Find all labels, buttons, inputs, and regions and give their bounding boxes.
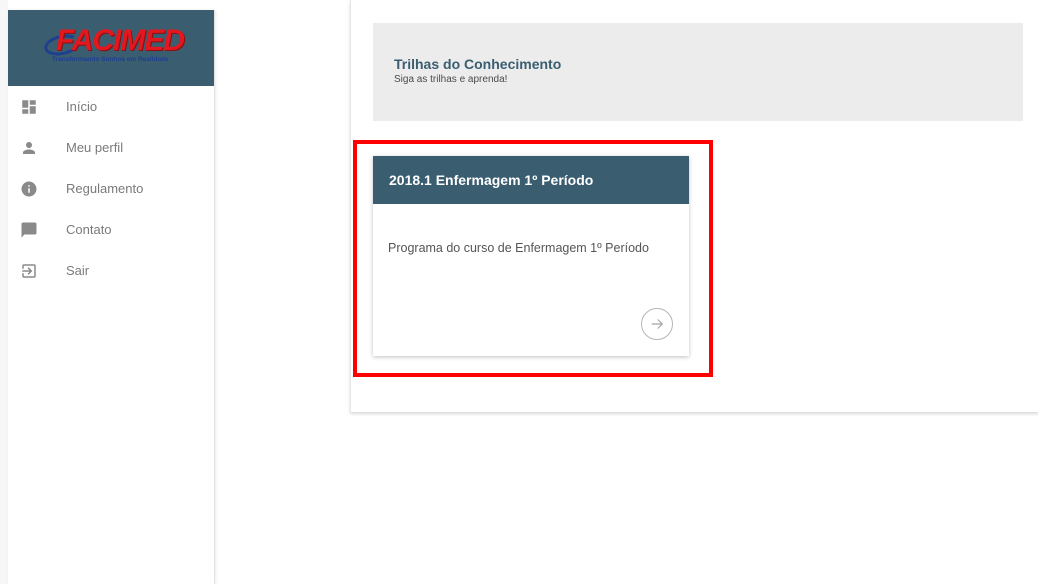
person-icon bbox=[8, 139, 50, 157]
sidebar-item-label: Sair bbox=[66, 263, 90, 278]
card-description: Programa do curso de Enfermagem 1º Perío… bbox=[388, 241, 649, 255]
page-subtitle: Siga as trilhas e aprenda! bbox=[394, 74, 508, 85]
sidebar-item-inicio[interactable]: Início bbox=[8, 86, 214, 127]
sidebar-item-label: Regulamento bbox=[66, 181, 144, 196]
sidebar: FACIMED Transformando Sonhos em Realidad… bbox=[8, 10, 215, 584]
page-edge bbox=[0, 0, 8, 584]
card-title: 2018.1 Enfermagem 1º Período bbox=[389, 172, 594, 188]
exit-icon bbox=[8, 262, 50, 280]
chat-icon bbox=[8, 221, 50, 239]
trilhas-header: Trilhas do Conhecimento Siga as trilhas … bbox=[373, 23, 1023, 121]
sidebar-item-label: Contato bbox=[66, 222, 112, 237]
sidebar-item-regulamento[interactable]: Regulamento bbox=[8, 168, 214, 209]
logo-tagline: Transformando Sonhos em Realidade bbox=[52, 56, 169, 63]
sidebar-item-label: Meu perfil bbox=[66, 140, 124, 155]
sidebar-item-sair[interactable]: Sair bbox=[8, 250, 214, 291]
arrow-right-circle-icon[interactable] bbox=[641, 308, 673, 340]
info-icon bbox=[8, 180, 50, 198]
page-title: Trilhas do Conhecimento bbox=[394, 56, 562, 72]
sidebar-item-contato[interactable]: Contato bbox=[8, 209, 214, 250]
card-header: 2018.1 Enfermagem 1º Período bbox=[373, 156, 689, 204]
logo-text: FACIMED bbox=[56, 24, 185, 57]
brand-bar: FACIMED Transformando Sonhos em Realidad… bbox=[8, 10, 214, 86]
dashboard-icon bbox=[8, 98, 50, 116]
sidebar-menu: Início Meu perfil Regulamento Contato Sa… bbox=[8, 86, 214, 291]
sidebar-item-meu-perfil[interactable]: Meu perfil bbox=[8, 127, 214, 168]
course-card[interactable]: 2018.1 Enfermagem 1º Período Programa do… bbox=[373, 156, 689, 356]
facimed-logo[interactable]: FACIMED Transformando Sonhos em Realidad… bbox=[42, 24, 185, 68]
sidebar-item-label: Início bbox=[66, 99, 98, 114]
